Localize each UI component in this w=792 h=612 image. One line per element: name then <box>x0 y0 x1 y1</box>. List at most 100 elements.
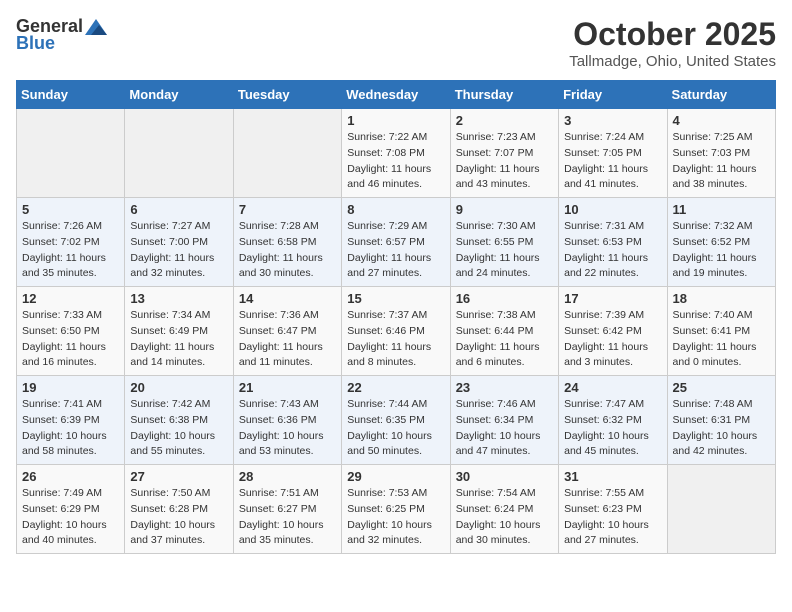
day-number: 14 <box>239 291 336 306</box>
day-info: Sunrise: 7:47 AM Sunset: 6:32 PM Dayligh… <box>564 397 661 460</box>
day-number: 3 <box>564 113 661 128</box>
day-info: Sunrise: 7:50 AM Sunset: 6:28 PM Dayligh… <box>130 486 227 549</box>
day-info: Sunrise: 7:48 AM Sunset: 6:31 PM Dayligh… <box>673 397 770 460</box>
day-number: 7 <box>239 202 336 217</box>
day-info: Sunrise: 7:26 AM Sunset: 7:02 PM Dayligh… <box>22 219 119 282</box>
calendar-cell: 25Sunrise: 7:48 AM Sunset: 6:31 PM Dayli… <box>667 376 775 465</box>
header-day: Wednesday <box>342 81 450 109</box>
day-info: Sunrise: 7:37 AM Sunset: 6:46 PM Dayligh… <box>347 308 444 371</box>
calendar-cell: 11Sunrise: 7:32 AM Sunset: 6:52 PM Dayli… <box>667 198 775 287</box>
day-info: Sunrise: 7:46 AM Sunset: 6:34 PM Dayligh… <box>456 397 553 460</box>
day-info: Sunrise: 7:40 AM Sunset: 6:41 PM Dayligh… <box>673 308 770 371</box>
calendar-cell: 19 Sunrise: 7:41 AM Sunset: 6:39 PM Dayli… <box>17 376 125 465</box>
calendar-cell: 17Sunrise: 7:39 AM Sunset: 6:42 PM Dayli… <box>559 287 667 376</box>
day-number: 9 <box>456 202 553 217</box>
day-number: 20 <box>130 380 227 395</box>
day-number: 6 <box>130 202 227 217</box>
header-day: Sunday <box>17 81 125 109</box>
day-number: 29 <box>347 469 444 484</box>
calendar-cell: 12 Sunrise: 7:33 AM Sunset: 6:50 PM Dayli… <box>17 287 125 376</box>
calendar-table: SundayMondayTuesdayWednesdayThursdayFrid… <box>16 80 776 554</box>
day-info: Sunrise: 7:43 AM Sunset: 6:36 PM Dayligh… <box>239 397 336 460</box>
calendar-cell: 7 Sunrise: 7:28 AM Sunset: 6:58 PM Daylig… <box>233 198 341 287</box>
day-number: 22 <box>347 380 444 395</box>
calendar-cell: 27 Sunrise: 7:50 AM Sunset: 6:28 PM Dayli… <box>125 465 233 554</box>
calendar-cell: 23Sunrise: 7:46 AM Sunset: 6:34 PM Dayli… <box>450 376 558 465</box>
calendar-week-row: 26 Sunrise: 7:49 AM Sunset: 6:29 PM Dayli… <box>17 465 776 554</box>
calendar-cell: 4 Sunrise: 7:25 AM Sunset: 7:03 PM Daylig… <box>667 109 775 198</box>
day-number: 27 <box>130 469 227 484</box>
calendar-cell: 2 Sunrise: 7:23 AM Sunset: 7:07 PM Daylig… <box>450 109 558 198</box>
month-title: October 2025 <box>569 16 776 53</box>
calendar-cell: 31 Sunrise: 7:55 AM Sunset: 6:23 PM Dayli… <box>559 465 667 554</box>
day-info: Sunrise: 7:53 AM Sunset: 6:25 PM Dayligh… <box>347 486 444 549</box>
header-day: Saturday <box>667 81 775 109</box>
calendar-cell <box>667 465 775 554</box>
day-info: Sunrise: 7:22 AM Sunset: 7:08 PM Dayligh… <box>347 130 444 193</box>
calendar-cell: 21Sunrise: 7:43 AM Sunset: 6:36 PM Dayli… <box>233 376 341 465</box>
day-info: Sunrise: 7:29 AM Sunset: 6:57 PM Dayligh… <box>347 219 444 282</box>
day-info: Sunrise: 7:39 AM Sunset: 6:42 PM Dayligh… <box>564 308 661 371</box>
logo: General Blue <box>16 16 107 54</box>
day-number: 10 <box>564 202 661 217</box>
day-info: Sunrise: 7:23 AM Sunset: 7:07 PM Dayligh… <box>456 130 553 193</box>
calendar-cell: 26 Sunrise: 7:49 AM Sunset: 6:29 PM Dayli… <box>17 465 125 554</box>
calendar-cell: 22 Sunrise: 7:44 AM Sunset: 6:35 PM Dayli… <box>342 376 450 465</box>
day-info: Sunrise: 7:34 AM Sunset: 6:49 PM Dayligh… <box>130 308 227 371</box>
day-info: Sunrise: 7:38 AM Sunset: 6:44 PM Dayligh… <box>456 308 553 371</box>
calendar-cell: 30Sunrise: 7:54 AM Sunset: 6:24 PM Dayli… <box>450 465 558 554</box>
day-info: Sunrise: 7:44 AM Sunset: 6:35 PM Dayligh… <box>347 397 444 460</box>
day-number: 2 <box>456 113 553 128</box>
calendar-cell: 6 Sunrise: 7:27 AM Sunset: 7:00 PM Daylig… <box>125 198 233 287</box>
calendar-cell <box>125 109 233 198</box>
day-info: Sunrise: 7:28 AM Sunset: 6:58 PM Dayligh… <box>239 219 336 282</box>
day-info: Sunrise: 7:55 AM Sunset: 6:23 PM Dayligh… <box>564 486 661 549</box>
day-number: 13 <box>130 291 227 306</box>
header-row: SundayMondayTuesdayWednesdayThursdayFrid… <box>17 81 776 109</box>
day-number: 16 <box>456 291 553 306</box>
day-number: 18 <box>673 291 770 306</box>
day-info: Sunrise: 7:24 AM Sunset: 7:05 PM Dayligh… <box>564 130 661 193</box>
day-number: 8 <box>347 202 444 217</box>
calendar-cell: 20 Sunrise: 7:42 AM Sunset: 6:38 PM Dayli… <box>125 376 233 465</box>
day-info: Sunrise: 7:41 AM Sunset: 6:39 PM Dayligh… <box>22 397 119 460</box>
calendar-cell <box>233 109 341 198</box>
calendar-cell: 29 Sunrise: 7:53 AM Sunset: 6:25 PM Dayli… <box>342 465 450 554</box>
calendar-cell: 24Sunrise: 7:47 AM Sunset: 6:32 PM Dayli… <box>559 376 667 465</box>
calendar-cell <box>17 109 125 198</box>
day-info: Sunrise: 7:27 AM Sunset: 7:00 PM Dayligh… <box>130 219 227 282</box>
header-day: Thursday <box>450 81 558 109</box>
day-number: 4 <box>673 113 770 128</box>
day-number: 12 <box>22 291 119 306</box>
day-number: 28 <box>239 469 336 484</box>
calendar-cell: 10 Sunrise: 7:31 AM Sunset: 6:53 PM Dayli… <box>559 198 667 287</box>
location-title: Tallmadge, Ohio, United States <box>569 53 776 70</box>
day-info: Sunrise: 7:42 AM Sunset: 6:38 PM Dayligh… <box>130 397 227 460</box>
calendar-cell: 5Sunrise: 7:26 AM Sunset: 7:02 PM Daylig… <box>17 198 125 287</box>
calendar-cell: 3 Sunrise: 7:24 AM Sunset: 7:05 PM Daylig… <box>559 109 667 198</box>
day-info: Sunrise: 7:33 AM Sunset: 6:50 PM Dayligh… <box>22 308 119 371</box>
calendar-week-row: 5Sunrise: 7:26 AM Sunset: 7:02 PM Daylig… <box>17 198 776 287</box>
calendar-cell: 9 Sunrise: 7:30 AM Sunset: 6:55 PM Daylig… <box>450 198 558 287</box>
day-info: Sunrise: 7:30 AM Sunset: 6:55 PM Dayligh… <box>456 219 553 282</box>
header-day: Friday <box>559 81 667 109</box>
header: General Blue October 2025 Tallmadge, Ohi… <box>16 16 776 70</box>
calendar-cell: 28Sunrise: 7:51 AM Sunset: 6:27 PM Dayli… <box>233 465 341 554</box>
day-number: 26 <box>22 469 119 484</box>
day-number: 11 <box>673 202 770 217</box>
calendar-week-row: 1 Sunrise: 7:22 AM Sunset: 7:08 PM Daylig… <box>17 109 776 198</box>
day-number: 19 <box>22 380 119 395</box>
title-area: October 2025 Tallmadge, Ohio, United Sta… <box>569 16 776 70</box>
day-info: Sunrise: 7:54 AM Sunset: 6:24 PM Dayligh… <box>456 486 553 549</box>
day-info: Sunrise: 7:49 AM Sunset: 6:29 PM Dayligh… <box>22 486 119 549</box>
day-info: Sunrise: 7:31 AM Sunset: 6:53 PM Dayligh… <box>564 219 661 282</box>
logo-blue: Blue <box>16 33 55 54</box>
calendar-header: SundayMondayTuesdayWednesdayThursdayFrid… <box>17 81 776 109</box>
day-info: Sunrise: 7:36 AM Sunset: 6:47 PM Dayligh… <box>239 308 336 371</box>
day-number: 1 <box>347 113 444 128</box>
calendar-cell: 15Sunrise: 7:37 AM Sunset: 6:46 PM Dayli… <box>342 287 450 376</box>
day-info: Sunrise: 7:25 AM Sunset: 7:03 PM Dayligh… <box>673 130 770 193</box>
calendar-cell: 1 Sunrise: 7:22 AM Sunset: 7:08 PM Daylig… <box>342 109 450 198</box>
day-number: 31 <box>564 469 661 484</box>
calendar-cell: 18 Sunrise: 7:40 AM Sunset: 6:41 PM Dayli… <box>667 287 775 376</box>
